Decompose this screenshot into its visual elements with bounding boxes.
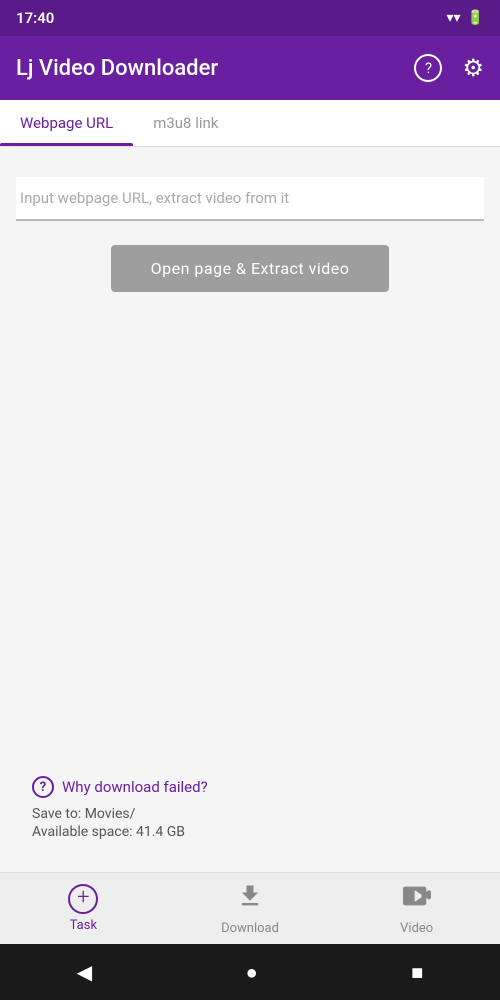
status-time: 17:40 bbox=[16, 9, 54, 27]
available-space-info: Available space: 41.4 GB bbox=[32, 824, 468, 840]
tab-m3u8-link[interactable]: m3u8 link bbox=[133, 100, 238, 146]
nav-video[interactable]: Video bbox=[333, 873, 500, 944]
tab-bar: Webpage URL m3u8 link bbox=[0, 100, 500, 147]
nav-download-label: Download bbox=[221, 921, 279, 936]
nav-video-label: Video bbox=[400, 921, 433, 936]
nav-task-label: Task bbox=[70, 918, 97, 933]
nav-download[interactable]: Download bbox=[167, 873, 334, 944]
wifi-icon: ▾▾ bbox=[447, 10, 461, 26]
system-nav: ◀ ● ■ bbox=[0, 944, 500, 1000]
help-icon[interactable]: ? bbox=[414, 54, 442, 82]
bottom-nav: + Task Download Video bbox=[0, 872, 500, 944]
download-icon bbox=[236, 882, 264, 917]
recents-button[interactable]: ■ bbox=[411, 960, 423, 985]
why-download-failed[interactable]: ? Why download failed? bbox=[32, 776, 468, 798]
save-to-info: Save to: Movies/ bbox=[32, 806, 468, 822]
help-circle-icon: ? bbox=[32, 776, 54, 798]
battery-icon: 🔋 bbox=[467, 10, 484, 26]
back-button[interactable]: ◀ bbox=[77, 960, 92, 984]
nav-task[interactable]: + Task bbox=[0, 873, 167, 944]
app-bar-actions: ? ⚙ bbox=[414, 54, 484, 82]
home-button[interactable]: ● bbox=[246, 960, 258, 985]
app-bar: Lj Video Downloader ? ⚙ bbox=[0, 36, 500, 100]
task-icon: + bbox=[68, 884, 98, 914]
bottom-info: ? Why download failed? Save to: Movies/ … bbox=[16, 768, 484, 856]
main-content: Open page & Extract video ? Why download… bbox=[0, 147, 500, 872]
app-title: Lj Video Downloader bbox=[16, 56, 218, 81]
tab-webpage-url[interactable]: Webpage URL bbox=[0, 100, 133, 146]
settings-icon[interactable]: ⚙ bbox=[462, 54, 484, 82]
video-icon bbox=[403, 882, 431, 917]
extract-button[interactable]: Open page & Extract video bbox=[111, 245, 390, 292]
url-input-container bbox=[16, 177, 484, 221]
status-bar: 17:40 ▾▾ 🔋 bbox=[0, 0, 500, 36]
url-input[interactable] bbox=[16, 177, 484, 219]
status-icons: ▾▾ 🔋 bbox=[447, 10, 485, 26]
